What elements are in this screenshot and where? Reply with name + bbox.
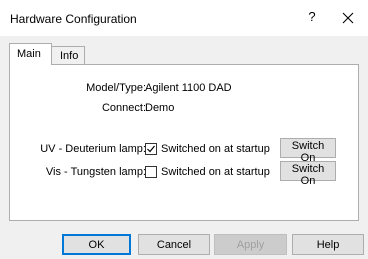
vis-lamp-checkbox-label[interactable]: Switched on at startup <box>161 166 270 178</box>
connect-label: Connect: <box>101 102 146 114</box>
close-icon[interactable] <box>336 8 360 30</box>
uv-lamp-checkbox-label[interactable]: Switched on at startup <box>161 143 270 155</box>
vis-lamp-startup-checkbox[interactable] <box>145 166 157 178</box>
vis-lamp-switch-on-button[interactable]: Switch On <box>280 161 336 187</box>
connect-value: Demo <box>145 102 175 114</box>
main-tab-panel: Model/Type: Agilent 1100 DAD Connect: De… <box>9 64 359 221</box>
help-button[interactable]: Help <box>292 234 364 255</box>
apply-button[interactable]: Apply <box>214 234 287 255</box>
window-title: Hardware Configuration <box>10 12 137 26</box>
model-type-label: Model/Type: <box>86 82 146 94</box>
model-type-value: Agilent 1100 DAD <box>145 82 232 94</box>
tab-info[interactable]: Info <box>52 46 85 65</box>
uv-lamp-startup-checkbox[interactable] <box>145 143 157 155</box>
tab-main[interactable]: Main <box>9 43 52 65</box>
title-bar: Hardware Configuration ? <box>0 0 368 36</box>
uv-lamp-switch-on-button[interactable]: Switch On <box>280 138 336 164</box>
ok-button[interactable]: OK <box>62 234 131 255</box>
help-icon[interactable]: ? <box>300 9 324 29</box>
uv-lamp-label: UV - Deuterium lamp: <box>40 143 146 155</box>
vis-lamp-label: Vis - Tungsten lamp: <box>45 166 146 178</box>
cancel-button[interactable]: Cancel <box>138 234 210 255</box>
checkmark-icon <box>147 145 155 153</box>
